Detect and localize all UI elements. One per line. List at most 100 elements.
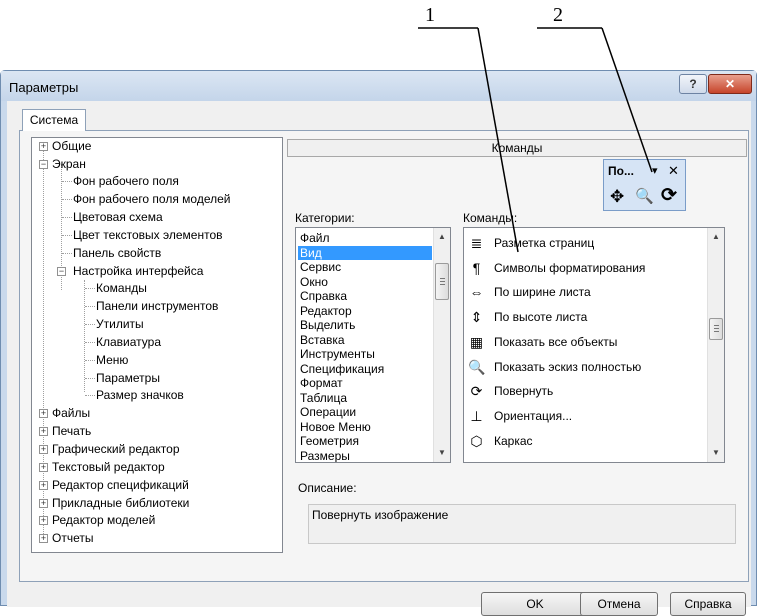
- expand-icon[interactable]: +: [39, 427, 48, 436]
- tree-item-keyboard[interactable]: Клавиатура: [96, 334, 161, 351]
- category-item[interactable]: Окно: [298, 275, 432, 289]
- tree-item-field-bg[interactable]: Фон рабочего поля: [73, 173, 179, 190]
- tree-item-libraries[interactable]: Прикладные библиотеки: [52, 495, 189, 512]
- tree-item-print[interactable]: Печать: [52, 423, 91, 440]
- tree-item-reports[interactable]: Отчеты: [52, 530, 93, 547]
- expand-icon[interactable]: +: [39, 516, 48, 525]
- tree-item-general[interactable]: Общие: [52, 138, 91, 155]
- category-item[interactable]: Инструменты: [298, 347, 432, 361]
- help-title-button[interactable]: ?: [679, 74, 707, 94]
- category-item[interactable]: Операции: [298, 405, 432, 419]
- commands-scrollbar[interactable]: ▲ ▼: [707, 228, 724, 462]
- tree-item-toolbars[interactable]: Панели инструментов: [96, 298, 218, 315]
- command-label: Каркас: [494, 433, 533, 448]
- category-item[interactable]: Спецификация: [298, 362, 432, 376]
- scroll-thumb[interactable]: [435, 263, 449, 300]
- expand-icon[interactable]: +: [39, 463, 48, 472]
- tree-item-files[interactable]: Файлы: [52, 405, 90, 422]
- category-item[interactable]: Файл: [298, 231, 432, 245]
- close-icon[interactable]: ✕: [668, 163, 679, 179]
- command-item[interactable]: ⬡ Каркас: [464, 429, 709, 454]
- orientation-icon: ⊥: [470, 407, 483, 424]
- command-label: Разметка страниц: [494, 236, 595, 250]
- ok-button[interactable]: OK: [481, 592, 589, 616]
- cancel-button[interactable]: Отмена: [580, 592, 658, 616]
- command-item[interactable]: ⟳ Повернуть: [464, 379, 709, 404]
- category-item[interactable]: Вид: [298, 245, 432, 260]
- category-item[interactable]: Формат: [298, 376, 432, 390]
- description-label: Описание:: [298, 481, 357, 495]
- tree-item-text-editor[interactable]: Текстовый редактор: [52, 459, 165, 476]
- commands-header: Команды: [287, 139, 747, 157]
- commands-label: Команды:: [463, 211, 518, 225]
- category-item[interactable]: Геометрия: [298, 434, 432, 448]
- command-item[interactable]: ⇔ По ширине листа: [464, 280, 709, 305]
- category-item[interactable]: Новое Меню: [298, 420, 432, 434]
- tree-item-menu[interactable]: Меню: [96, 352, 128, 369]
- tree-item-props-panel[interactable]: Панель свойств: [73, 245, 161, 262]
- command-label: По ширине листа: [494, 285, 591, 300]
- commands-list[interactable]: ≣ Разметка страниц ¶ Символы форматирования…: [463, 227, 725, 463]
- expand-icon[interactable]: +: [39, 534, 48, 543]
- command-label: Символы форматирования: [494, 260, 646, 275]
- collapse-icon[interactable]: −: [57, 267, 66, 276]
- fit-height-icon: ⇕: [470, 309, 483, 326]
- expand-icon[interactable]: +: [39, 142, 48, 151]
- help-button[interactable]: Справка: [670, 592, 746, 616]
- scroll-thumb[interactable]: [709, 318, 723, 340]
- category-item[interactable]: Выделить: [298, 318, 432, 332]
- category-item[interactable]: Справка: [298, 289, 432, 303]
- tree-item-parameters[interactable]: Параметры: [96, 370, 160, 387]
- scroll-down-icon[interactable]: ▼: [434, 445, 450, 461]
- tree-item-interface[interactable]: Настройка интерфейса: [73, 263, 203, 280]
- pin-icon[interactable]: ▾: [652, 164, 658, 177]
- tree-item-spec-editor[interactable]: Редактор спецификаций: [52, 477, 189, 494]
- tree-item-screen[interactable]: Экран: [52, 156, 86, 173]
- floating-toolbar-title: По...: [608, 164, 634, 178]
- command-item[interactable]: ⇕ По высоте листа: [464, 305, 709, 330]
- command-item[interactable]: ▦ Показать все объекты: [464, 330, 709, 355]
- command-label: Показать все объекты: [494, 334, 618, 349]
- window-title: Параметры: [9, 80, 79, 95]
- rotate-icon: ⟳: [470, 383, 483, 400]
- command-item[interactable]: ≣ Разметка страниц: [464, 231, 709, 256]
- tree-item-model-editor[interactable]: Редактор моделей: [52, 512, 155, 529]
- rotate-icon[interactable]: ⟳: [661, 184, 677, 207]
- expand-icon[interactable]: +: [39, 445, 48, 454]
- annotation-1: 1: [425, 4, 435, 26]
- tree-item-model-bg[interactable]: Фон рабочего поля моделей: [73, 191, 231, 208]
- categories-scrollbar[interactable]: ▲ ▼: [433, 228, 450, 462]
- tree-item-graphic-editor[interactable]: Графический редактор: [52, 441, 180, 458]
- category-item[interactable]: Таблица: [298, 391, 432, 405]
- command-item[interactable]: 🔍 Показать эскиз полностью: [464, 355, 709, 380]
- expand-icon[interactable]: +: [39, 499, 48, 508]
- tree-item-text-color[interactable]: Цвет текстовых элементов: [73, 227, 223, 244]
- tree-item-utilities[interactable]: Утилиты: [96, 316, 144, 333]
- close-title-button[interactable]: ✕: [708, 74, 752, 94]
- tree-item-commands[interactable]: Команды: [96, 280, 147, 297]
- command-item[interactable]: ¶ Символы форматирования: [464, 256, 709, 281]
- tree-item-color-scheme[interactable]: Цветовая схема: [73, 209, 163, 226]
- wireframe-icon: ⬡: [470, 432, 483, 449]
- collapse-icon[interactable]: −: [39, 160, 48, 169]
- categories-list[interactable]: Файл Вид Сервис Окно Справка Редактор Выделить…: [295, 227, 451, 463]
- tree-item-icon-size[interactable]: Размер значков: [96, 387, 184, 404]
- expand-icon[interactable]: +: [39, 481, 48, 490]
- scroll-up-icon[interactable]: ▲: [434, 229, 450, 245]
- category-item[interactable]: Редактор: [298, 304, 432, 318]
- expand-icon[interactable]: +: [39, 409, 48, 418]
- categories-label: Категории:: [295, 211, 355, 225]
- category-item[interactable]: Вставка: [298, 333, 432, 347]
- category-item[interactable]: Размеры: [298, 449, 432, 463]
- move-icon[interactable]: ✥: [610, 187, 624, 207]
- title-bar: Параметры ? ✕: [1, 71, 756, 101]
- command-label: Показать эскиз полностью: [494, 359, 642, 374]
- zoom-icon[interactable]: 🔍: [635, 187, 654, 205]
- fit-width-icon: ⇔: [469, 284, 484, 301]
- floating-toolbar[interactable]: По... ▾ ✕ ✥ 🔍 ⟳: [603, 159, 686, 211]
- tab-system[interactable]: Система: [22, 109, 86, 131]
- scroll-down-icon[interactable]: ▼: [708, 445, 724, 461]
- category-item[interactable]: Сервис: [298, 260, 432, 274]
- scroll-up-icon[interactable]: ▲: [708, 229, 724, 245]
- command-item[interactable]: ⊥ Ориентация...: [464, 404, 709, 429]
